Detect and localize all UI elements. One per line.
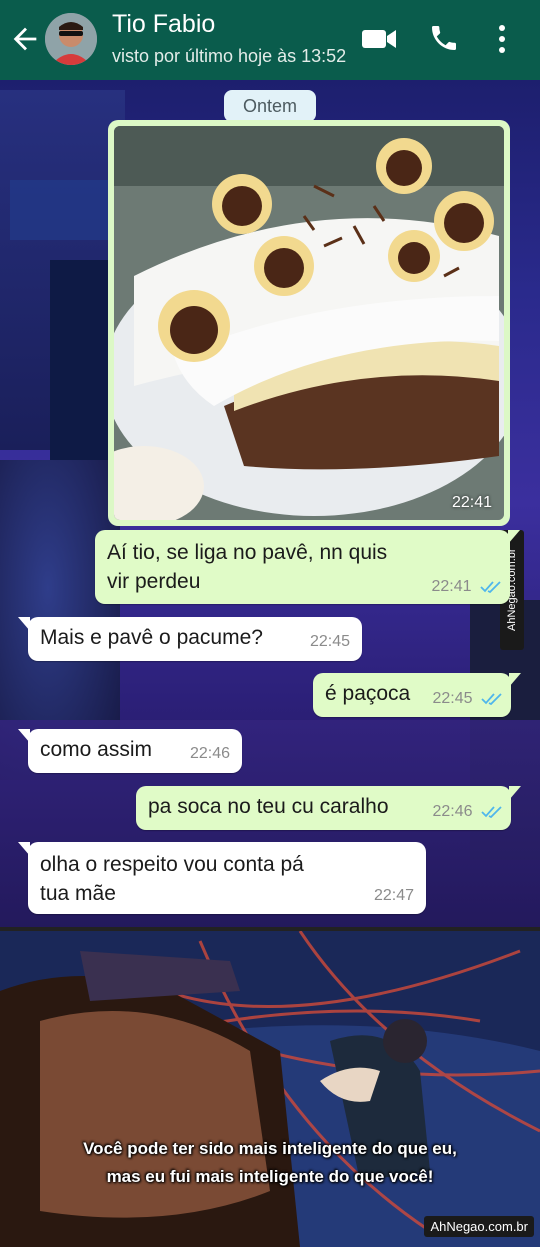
bubble-tail bbox=[18, 842, 30, 856]
message-timestamp: 22:46 bbox=[432, 803, 473, 820]
message-text: como assim bbox=[40, 738, 153, 761]
background-poster-art bbox=[10, 180, 110, 240]
chat-area[interactable]: Ontem 22:41 AhNegao.com.br Aí tio, se li… bbox=[0, 80, 540, 927]
message-timestamp: 22:41 bbox=[431, 578, 472, 595]
message-bubble-outgoing[interactable]: é paçoca 22:45 bbox=[313, 673, 521, 717]
more-vert-icon[interactable] bbox=[490, 22, 514, 56]
message-meta: 22:41 bbox=[432, 578, 503, 596]
message-meta: 22:45 bbox=[433, 690, 504, 708]
double-check-icon bbox=[480, 581, 501, 593]
message-text-line: Aí tio, se liga no pavê, nn quis bbox=[107, 541, 388, 564]
message-text-line: tua mãe bbox=[40, 882, 116, 905]
contact-name[interactable]: Tio Fabio bbox=[112, 10, 215, 39]
message-bubble-outgoing[interactable]: Aí tio, se liga no pavê, nn quis vir per… bbox=[95, 530, 520, 604]
contact-avatar[interactable] bbox=[45, 13, 97, 65]
double-check-icon bbox=[481, 693, 502, 705]
background-monitor bbox=[50, 260, 110, 460]
last-seen-status: visto por último hoje às 13:52 bbox=[112, 46, 347, 66]
subtitle-line-2: mas eu fui mais inteligente do que você! bbox=[106, 1167, 434, 1186]
phone-icon[interactable] bbox=[428, 22, 460, 54]
photo-timestamp: 22:41 bbox=[451, 494, 492, 511]
watermark-bottom: AhNegao.com.br bbox=[424, 1216, 534, 1237]
message-text: pa soca no teu cu caralho bbox=[148, 795, 389, 818]
video-call-icon[interactable] bbox=[360, 24, 398, 54]
double-check-icon bbox=[481, 806, 502, 818]
message-text-line: vir perdeu bbox=[107, 570, 201, 593]
anime-scene-art bbox=[0, 931, 540, 1247]
bubble-tail bbox=[509, 673, 521, 687]
message-timestamp: 22:46 bbox=[189, 745, 230, 762]
message-timestamp: 22:45 bbox=[432, 690, 473, 707]
message-bubble-incoming[interactable]: olha o respeito vou conta pá tua mãe 22:… bbox=[18, 842, 426, 914]
back-arrow-icon[interactable] bbox=[8, 22, 42, 56]
chat-header: Tio Fabio visto por último hoje às 13:52 bbox=[0, 0, 540, 80]
subtitle-line-1: Você pode ter sido mais inteligente do q… bbox=[83, 1139, 457, 1158]
date-chip: Ontem bbox=[224, 90, 316, 122]
bubble-tail bbox=[18, 617, 30, 631]
bubble-tail bbox=[509, 786, 521, 800]
message-bubble-incoming[interactable]: como assim 22:46 bbox=[18, 729, 242, 773]
message-bubble-incoming[interactable]: Mais e pavê o pacume? 22:45 bbox=[18, 617, 362, 661]
bubble-tail bbox=[508, 530, 520, 544]
pave-photo[interactable] bbox=[114, 126, 504, 520]
message-text: Mais e pavê o pacume? bbox=[40, 626, 263, 649]
bubble-tail bbox=[18, 729, 30, 743]
message-timestamp: 22:47 bbox=[373, 887, 414, 904]
message-bubble-outgoing[interactable]: pa soca no teu cu caralho 22:46 bbox=[136, 786, 521, 830]
message-text: é paçoca bbox=[325, 682, 411, 705]
message-text-line: olha o respeito vou conta pá bbox=[40, 853, 304, 876]
photo-message[interactable]: 22:41 bbox=[108, 120, 510, 526]
anime-meme-panel: Você pode ter sido mais inteligente do q… bbox=[0, 927, 540, 1247]
message-timestamp: 22:45 bbox=[309, 633, 350, 650]
message-meta: 22:46 bbox=[433, 803, 504, 821]
